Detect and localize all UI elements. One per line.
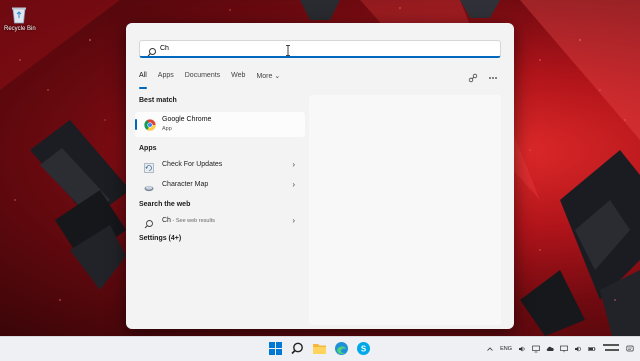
best-match-heading: Best match (139, 97, 177, 104)
web-search-result[interactable]: Ch - See web results › (135, 211, 305, 231)
system-tray: ENG (486, 342, 634, 356)
tab-more[interactable]: More ⌄ (256, 72, 280, 84)
volume-icon[interactable] (518, 345, 526, 353)
web-hint: - See web results (170, 218, 215, 224)
settings-heading[interactable]: Settings (4+) (135, 233, 305, 245)
tab-documents[interactable]: Documents (185, 72, 220, 84)
notification-icon[interactable] (626, 345, 634, 353)
clock-icon (603, 344, 619, 351)
list-item-label: Check For Updates (162, 161, 223, 168)
search-icon[interactable] (290, 341, 305, 356)
clock[interactable] (602, 342, 620, 356)
search-icon (147, 44, 157, 57)
battery-icon[interactable] (588, 345, 596, 353)
search-filter-tabs: All Apps Documents Web More ⌄ (139, 72, 291, 89)
results-list: Best match Google Chrome App Apps Check … (135, 95, 305, 245)
more-options-icon[interactable] (488, 70, 498, 80)
apps-heading: Apps (139, 145, 157, 152)
panel-tools (468, 70, 498, 83)
list-item-character-map[interactable]: Character Map › (135, 175, 305, 195)
best-match-name: Google Chrome (162, 116, 212, 123)
web-search-text: Ch - See web results (162, 217, 215, 224)
windows-start-icon[interactable] (268, 341, 283, 356)
chevron-right-icon[interactable]: › (292, 180, 295, 189)
tab-all[interactable]: All (139, 72, 147, 89)
taskbar: S ENG (0, 336, 640, 361)
best-match-result[interactable]: Google Chrome App (135, 112, 305, 137)
windows-update-icon (144, 160, 154, 173)
display-icon[interactable] (532, 345, 540, 353)
search-box[interactable] (139, 40, 501, 58)
character-map-icon (144, 180, 154, 192)
file-explorer-icon[interactable] (312, 341, 327, 356)
list-item-label: Character Map (162, 181, 209, 188)
skype-icon[interactable]: S (356, 341, 371, 356)
tab-web[interactable]: Web (231, 72, 245, 84)
share-icon[interactable] (468, 70, 478, 83)
chevron-right-icon[interactable]: › (292, 216, 295, 225)
chevron-up-icon[interactable] (486, 345, 494, 353)
recycle-bin-icon (11, 6, 27, 24)
search-icon (144, 216, 154, 229)
list-item-check-for-updates[interactable]: Check For Updates › (135, 155, 305, 175)
language-indicator[interactable]: ENG (500, 346, 512, 352)
chrome-icon (144, 118, 156, 131)
search-panel: All Apps Documents Web More ⌄ Best match (126, 23, 514, 329)
recycle-bin-shortcut[interactable]: Recycle Bin (4, 6, 36, 32)
best-match-type: App (162, 126, 172, 132)
recycle-bin-label: Recycle Bin (4, 26, 36, 32)
network-icon[interactable] (560, 345, 568, 353)
tab-apps[interactable]: Apps (158, 72, 174, 84)
search-web-heading: Search the web (139, 201, 191, 208)
chevron-right-icon[interactable]: › (292, 160, 295, 169)
web-query: Ch (162, 217, 171, 224)
taskbar-apps: S (268, 341, 371, 356)
edge-icon[interactable] (334, 341, 349, 356)
selection-indicator (135, 119, 137, 130)
svg-text:S: S (361, 345, 367, 354)
text-cursor-icon (286, 43, 290, 56)
speaker-icon[interactable] (574, 345, 582, 353)
preview-pane (309, 95, 501, 325)
search-input[interactable] (160, 42, 480, 55)
cloud-icon[interactable] (546, 345, 554, 353)
